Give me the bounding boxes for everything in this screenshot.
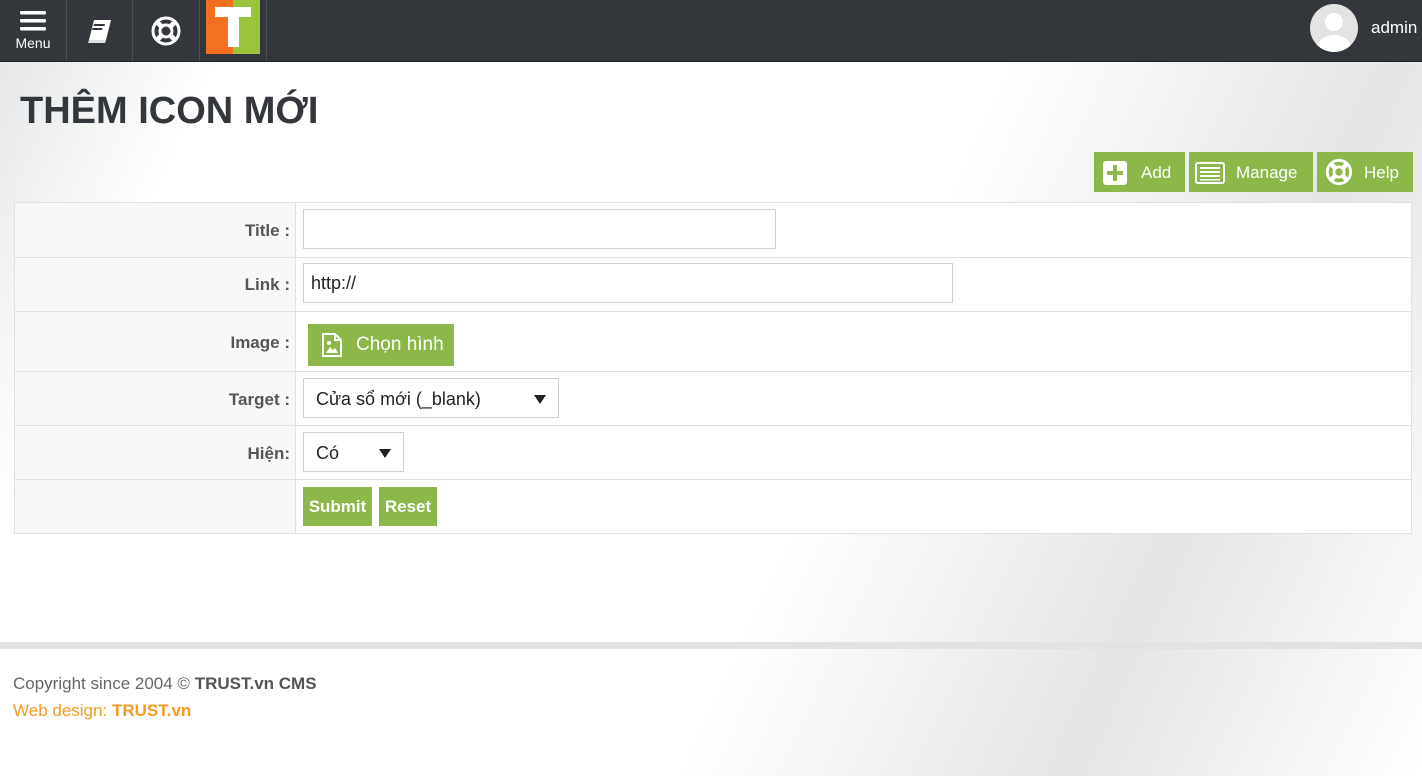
choose-image-button[interactable]: Chọn hình: [308, 324, 454, 366]
menu-label: Menu: [15, 35, 51, 51]
image-row: Image : Chọn hình: [15, 312, 1411, 372]
copyright-brand: TRUST.vn CMS: [194, 674, 317, 693]
copyright-prefix: Copyright since 2004 ©: [13, 674, 190, 693]
reset-button[interactable]: Reset: [379, 487, 437, 526]
logo-divider: [266, 0, 267, 61]
show-label-cell: Hiện:: [15, 426, 296, 479]
help-label: Help: [1364, 163, 1399, 182]
add-button[interactable]: Add: [1094, 152, 1185, 192]
title-row: Title :: [15, 203, 1411, 258]
plus-square-icon: [1103, 161, 1127, 185]
chevron-down-icon: [534, 395, 546, 404]
webdesign-link[interactable]: TRUST.vn: [112, 701, 191, 720]
copyright-text: Copyright since 2004 © TRUST.vn CMS: [13, 674, 317, 694]
support-button[interactable]: [133, 0, 200, 61]
manage-button[interactable]: Manage: [1189, 152, 1313, 192]
chevron-down-icon: [379, 449, 391, 458]
manage-label: Manage: [1236, 163, 1298, 182]
choose-image-label: Chọn hình: [356, 334, 444, 355]
target-select[interactable]: Cửa sổ mới (_blank): [303, 378, 559, 418]
avatar[interactable]: [1310, 4, 1358, 52]
link-row: Link :: [15, 258, 1411, 312]
submit-button[interactable]: Submit: [303, 487, 372, 526]
target-label-cell: Target :: [15, 372, 296, 425]
image-label: Image :: [230, 333, 290, 352]
webdesign-text: Web design: TRUST.vn: [13, 701, 191, 721]
title-label-cell: Title :: [15, 203, 296, 257]
target-row: Target : Cửa sổ mới (_blank): [15, 372, 1411, 426]
book-icon: [87, 19, 111, 43]
target-label: Target :: [228, 390, 290, 409]
logo-letter-icon: [215, 7, 251, 47]
submit-row: Submit Reset: [15, 480, 1411, 533]
show-row: Hiện: Có: [15, 426, 1411, 480]
image-label-cell: Image :: [15, 312, 296, 371]
title-label: Title :: [244, 221, 290, 240]
brand-logo[interactable]: [206, 0, 260, 54]
help-button[interactable]: Help: [1317, 152, 1413, 192]
list-icon: [1195, 162, 1225, 184]
submit-label-cell: [15, 480, 296, 533]
lifebuoy-icon: [1325, 158, 1353, 186]
title-input[interactable]: [303, 209, 776, 249]
link-label-cell: Link :: [15, 258, 296, 311]
image-file-icon: [322, 333, 342, 357]
book-button[interactable]: [67, 0, 133, 61]
lifebuoy-icon: [151, 16, 181, 45]
footer-divider: [0, 642, 1422, 649]
link-input[interactable]: [303, 263, 953, 303]
show-label: Hiện:: [247, 444, 291, 463]
show-selected-value: Có: [316, 443, 340, 463]
target-selected-value: Cửa sổ mới (_blank): [316, 389, 481, 409]
show-select[interactable]: Có: [303, 432, 404, 472]
icon-form: Title : Link : Image : Chọn hình Target …: [14, 202, 1412, 534]
add-label: Add: [1141, 163, 1172, 182]
username[interactable]: admin: [1371, 18, 1417, 38]
link-label: Link :: [244, 275, 290, 294]
webdesign-prefix: Web design:: [13, 701, 108, 720]
hamburger-icon: [20, 11, 46, 31]
top-navbar: Menu admin: [0, 0, 1422, 62]
menu-button[interactable]: Menu: [0, 0, 67, 61]
user-icon: [1317, 13, 1351, 52]
page-title: THÊM ICON MỚI: [20, 90, 319, 132]
